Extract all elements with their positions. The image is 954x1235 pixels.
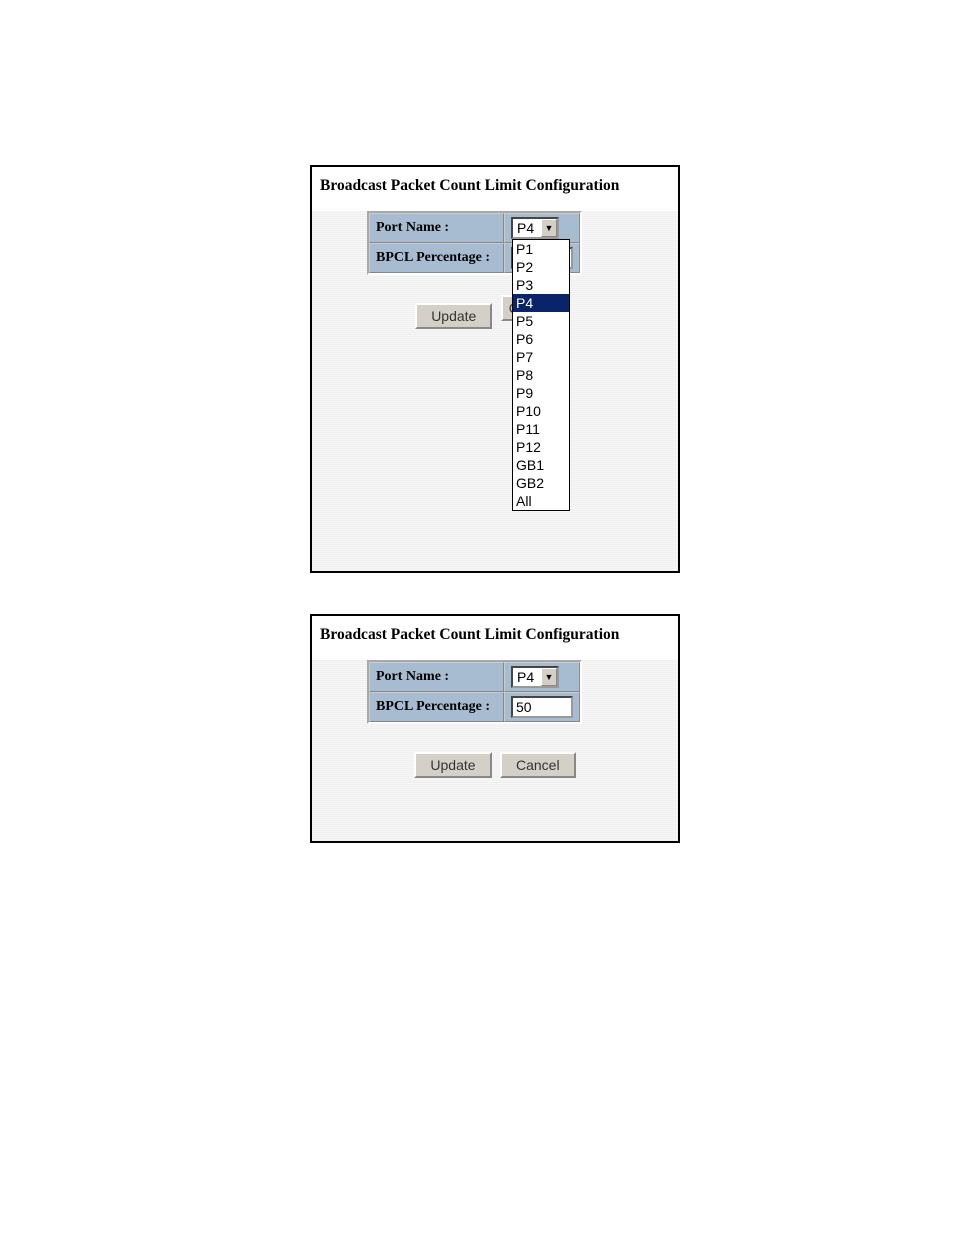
dropdown-option-p12[interactable]: P12 [513,438,569,456]
port-name-label: Port Name : [369,213,504,243]
bpcl-percentage-label: BPCL Percentage : [369,243,504,273]
panel-title: Broadcast Packet Count Limit Configurati… [312,616,678,660]
dropdown-option-p10[interactable]: P10 [513,402,569,420]
dropdown-option-p5[interactable]: P5 [513,312,569,330]
port-name-selected: P4 [513,669,541,685]
bpcl-config-panel: Broadcast Packet Count Limit Configurati… [310,614,680,843]
dropdown-option-p8[interactable]: P8 [513,366,569,384]
dropdown-option-p3[interactable]: P3 [513,276,569,294]
dropdown-option-all[interactable]: All [513,492,569,510]
dropdown-option-gb1[interactable]: GB1 [513,456,569,474]
bpcl-percentage-input[interactable] [511,696,573,718]
bpcl-config-panel-open: Broadcast Packet Count Limit Configurati… [310,165,680,573]
dropdown-option-p11[interactable]: P11 [513,420,569,438]
port-name-selected: P4 [513,220,541,236]
dropdown-option-p9[interactable]: P9 [513,384,569,402]
dropdown-option-p7[interactable]: P7 [513,348,569,366]
dropdown-option-gb2[interactable]: GB2 [513,474,569,492]
dropdown-option-p4[interactable]: P4 [513,294,569,312]
dropdown-option-p2[interactable]: P2 [513,258,569,276]
panel-title: Broadcast Packet Count Limit Configurati… [312,167,678,211]
port-name-dropdown-list[interactable]: P1 P2 P3 P4 P5 P6 P7 P8 P9 P10 P11 P12 G… [512,239,570,511]
port-name-label: Port Name : [369,662,504,692]
dropdown-arrow-icon[interactable]: ▼ [541,668,557,686]
port-name-select[interactable]: P4 ▼ [511,217,559,239]
update-button[interactable]: Update [414,752,491,778]
port-name-select[interactable]: P4 ▼ [511,666,559,688]
dropdown-option-p6[interactable]: P6 [513,330,569,348]
config-form-table: Port Name : P4 ▼ BPCL Percentage : [367,660,582,724]
cancel-button[interactable]: Cancel [500,752,576,778]
update-button[interactable]: Update [415,303,492,329]
bpcl-percentage-label: BPCL Percentage : [369,692,504,722]
dropdown-option-p1[interactable]: P1 [513,240,569,258]
dropdown-arrow-icon[interactable]: ▼ [541,219,557,237]
